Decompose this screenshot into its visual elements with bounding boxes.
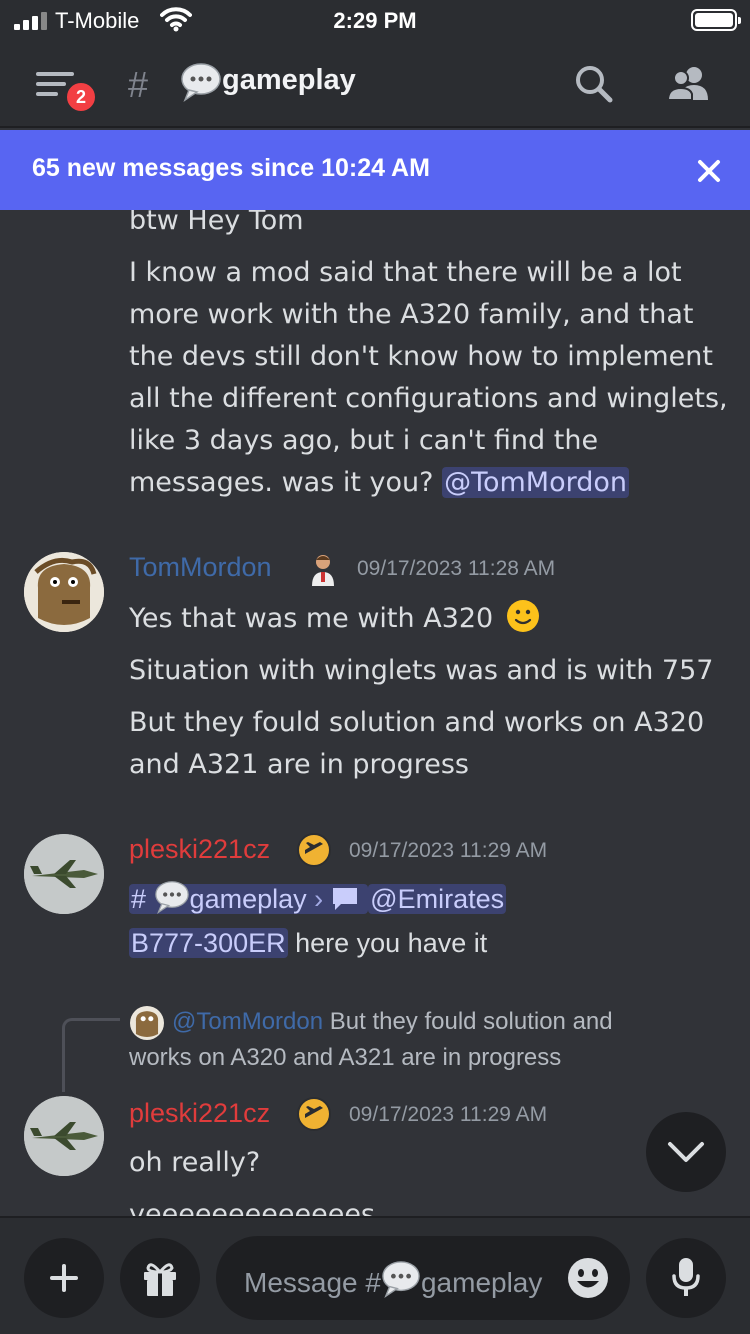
speech-balloon-icon	[181, 63, 221, 102]
message-author[interactable]: TomMordon	[129, 552, 272, 583]
notification-badge: 2	[64, 80, 98, 114]
user-mention[interactable]: @TomMordon	[442, 467, 629, 498]
message-line: But they fould solution and works on A32…	[129, 707, 705, 738]
new-messages-bar[interactable]: 65 new messages since 10:24 AM	[0, 130, 750, 210]
message-text: messages. was it you?	[129, 467, 434, 498]
message-line: all the different configurations and win…	[129, 383, 728, 414]
new-messages-text: 65 new messages since 10:24 AM	[32, 154, 430, 182]
message-timestamp: 09/17/2023 11:28 AM	[357, 557, 556, 580]
members-button[interactable]	[666, 64, 712, 104]
thread-mention[interactable]: B777-300ER	[129, 928, 288, 958]
members-icon	[666, 67, 708, 101]
thread-mention[interactable]: @Emirates	[368, 884, 507, 914]
reply-preview[interactable]: @TomMordon But they fould solution and	[172, 1008, 613, 1036]
airplane-badge-icon	[297, 1097, 331, 1131]
airplane-badge-icon	[297, 833, 331, 867]
speech-balloon-icon	[382, 1261, 420, 1298]
speech-balloon-icon	[154, 881, 189, 914]
reply-mention: @TomMordon	[172, 1008, 324, 1035]
emoji-button[interactable]	[566, 1256, 610, 1300]
gift-icon	[144, 1263, 176, 1296]
channel-link-hash: #	[131, 884, 147, 914]
message-line: oh really?	[129, 1147, 261, 1178]
message-timestamp: 09/17/2023 11:29 AM	[349, 1103, 548, 1126]
plus-icon	[50, 1264, 78, 1292]
search-button[interactable]	[574, 64, 614, 104]
add-attachment-button[interactable]	[24, 1238, 104, 1318]
message-line: # gameplay › @Emirates	[129, 878, 507, 920]
message-composer: Message # gameplay	[0, 1216, 750, 1334]
puppet-avatar-icon	[130, 1006, 164, 1040]
message-line: and A321 are in progress	[129, 749, 469, 780]
message-author[interactable]: pleski221cz	[129, 834, 270, 865]
jump-to-bottom-button[interactable]	[646, 1112, 726, 1192]
reply-avatar	[130, 1006, 164, 1040]
message-line: Yes that was me with A320	[129, 598, 540, 640]
search-icon	[576, 66, 613, 103]
avatar[interactable]	[24, 834, 104, 914]
message-timestamp: 09/17/2023 11:29 AM	[349, 839, 548, 862]
channel-header: 2 # gameplay	[0, 42, 750, 128]
jet-avatar-icon	[24, 1096, 104, 1176]
avatar[interactable]	[24, 1096, 104, 1176]
close-icon	[698, 160, 720, 182]
breadcrumb-separator: ›	[314, 884, 324, 914]
voice-button[interactable]	[646, 1238, 726, 1318]
reply-text: But they fould solution and	[323, 1008, 613, 1035]
message-line: I know a mod said that there will be a l…	[129, 257, 682, 288]
thread-icon	[332, 888, 357, 910]
puppet-avatar-icon	[24, 552, 104, 632]
jet-avatar-icon	[24, 834, 104, 914]
emoji-face-icon	[568, 1258, 608, 1298]
chevron-down-icon	[668, 1142, 704, 1162]
channel-link-name: gameplay	[189, 884, 307, 914]
slightly-smiling-face-icon	[506, 600, 539, 632]
message-line: messages. was it you? @TomMordon	[129, 462, 629, 504]
channel-hash: #	[128, 64, 149, 105]
message-line: the devs still don't know how to impleme…	[129, 341, 713, 372]
message-text: here you have it	[287, 928, 488, 958]
message-line: like 3 days ago, but i can't find the	[129, 425, 599, 456]
battery-icon	[691, 9, 741, 31]
status-bar: T-Mobile 2:29 PM	[0, 0, 750, 42]
message-text: Yes that was me with A320	[129, 603, 494, 634]
placeholder-prefix: Message #	[244, 1267, 381, 1298]
message-line: yeeeeeeeeeeeees	[129, 1199, 375, 1216]
message-list[interactable]: btw Hey Tom I know a mod said that there…	[0, 210, 750, 1216]
status-time: 2:29 PM	[333, 8, 417, 33]
message-author[interactable]: pleski221cz	[129, 1098, 270, 1129]
person-badge-icon	[312, 555, 334, 586]
message-line: more work with the A320 family, and that	[129, 299, 694, 330]
message-line: Situation with winglets was and is with …	[129, 655, 714, 686]
close-new-messages-button[interactable]	[694, 156, 724, 186]
message-placeholder: Message # gameplay	[244, 1260, 542, 1299]
channel-name[interactable]: gameplay	[222, 64, 356, 97]
channel-link[interactable]: # gameplay ›	[129, 881, 369, 914]
avatar[interactable]	[24, 552, 104, 632]
reply-connector	[62, 1018, 120, 1092]
message-line: btw Hey Tom	[129, 210, 304, 236]
reply-text: works on A320 and A321 are in progress	[129, 1044, 562, 1071]
message-line: B777-300ER here you have it	[129, 922, 487, 964]
placeholder-channel: gameplay	[420, 1267, 543, 1298]
microphone-icon	[672, 1258, 700, 1296]
gift-button[interactable]	[120, 1238, 200, 1318]
